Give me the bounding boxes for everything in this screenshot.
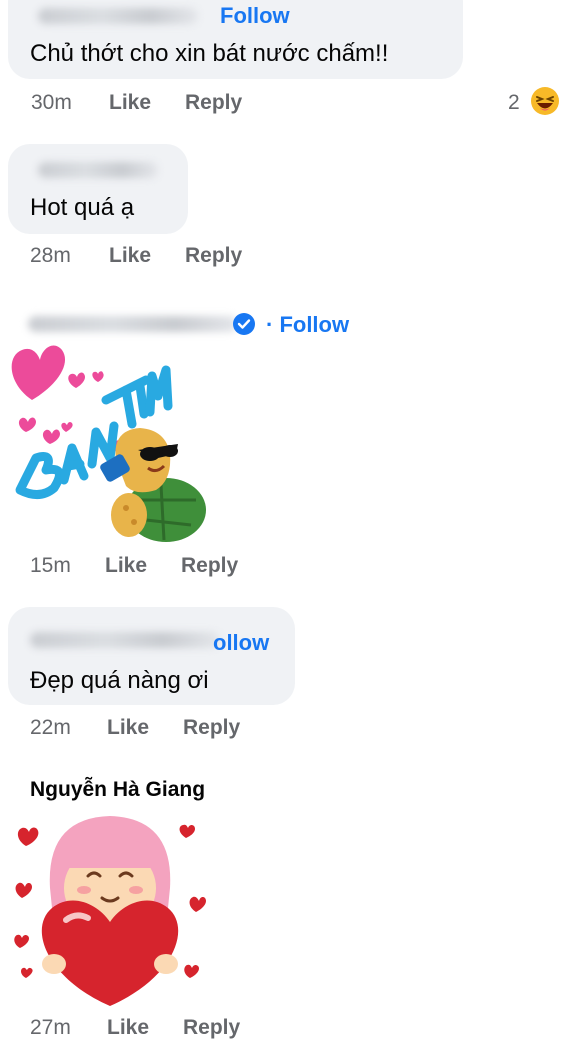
turtle-ban-tim-sticker (11, 345, 206, 542)
girl-heart-sticker (14, 816, 206, 1006)
comment-time: 28m (30, 244, 71, 267)
reaction-count[interactable]: 2 (508, 91, 520, 115)
follow-link[interactable]: · Follow (266, 312, 349, 338)
reply-button[interactable]: Reply (183, 716, 240, 740)
comment-time: 27m (30, 1016, 71, 1039)
like-button[interactable]: Like (107, 716, 149, 740)
like-button[interactable]: Like (109, 244, 151, 268)
reply-button[interactable]: Reply (181, 554, 238, 578)
follow-link[interactable]: ollow (213, 630, 269, 656)
reply-button[interactable]: Reply (185, 244, 242, 268)
commenter-name-blurred (30, 632, 220, 648)
like-button[interactable]: Like (107, 1016, 149, 1040)
like-button[interactable]: Like (109, 91, 151, 115)
commenter-name-blurred (28, 316, 238, 332)
commenter-name-blurred (38, 162, 158, 178)
reply-button[interactable]: Reply (183, 1016, 240, 1040)
laughing-emoji-icon (531, 87, 559, 115)
like-button[interactable]: Like (105, 554, 147, 578)
comment-time: 15m (30, 554, 71, 577)
comment-text: Đẹp quá nàng ơi (30, 667, 209, 694)
commenter-name[interactable]: Nguyễn Hà Giang (30, 778, 205, 802)
follow-link[interactable]: Follow (220, 3, 290, 29)
comment-time: 30m (31, 91, 72, 114)
commenter-name-blurred (38, 8, 198, 24)
comment-text: Hot quá ạ (30, 194, 135, 221)
verified-badge-icon (233, 313, 255, 335)
comment-text: Chủ thớt cho xin bát nước chấm!! (30, 40, 389, 67)
reply-button[interactable]: Reply (185, 91, 242, 115)
comment-time: 22m (30, 716, 71, 739)
